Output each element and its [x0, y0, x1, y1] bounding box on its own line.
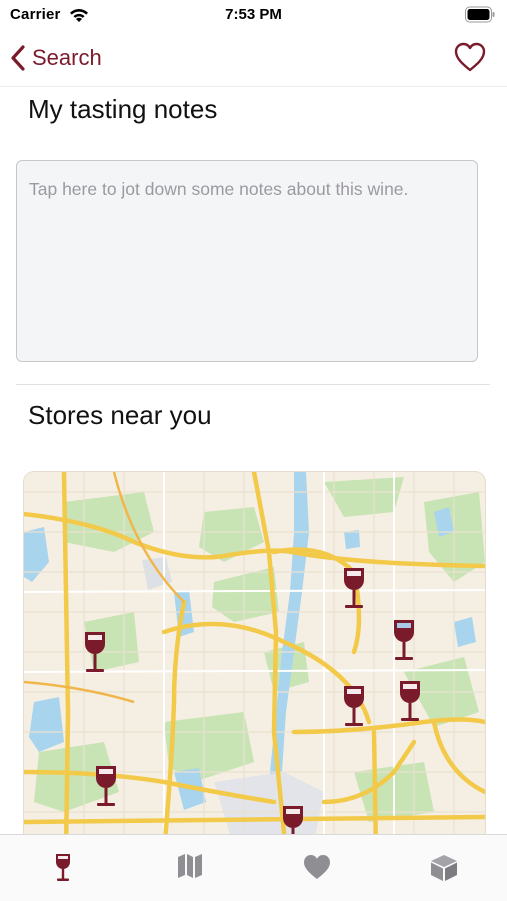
- wine-glass-pin-icon[interactable]: [397, 679, 423, 725]
- back-button[interactable]: Search: [8, 42, 102, 74]
- wine-glass-pin-icon[interactable]: [391, 618, 417, 664]
- wine-glass-icon: [56, 854, 70, 881]
- wine-glass-pin-icon[interactable]: [341, 566, 367, 612]
- tab-wines[interactable]: [0, 835, 126, 901]
- tab-cellar[interactable]: [381, 835, 507, 901]
- tab-map[interactable]: [127, 835, 253, 901]
- tasting-notes-field[interactable]: Tap here to jot down some notes about th…: [16, 160, 478, 362]
- tasting-notes-heading: My tasting notes: [28, 94, 218, 124]
- wine-glass-pin-icon[interactable]: [93, 764, 119, 810]
- wine-glass-pin-icon[interactable]: [341, 684, 367, 730]
- box-icon: [431, 855, 457, 881]
- tab-bar: [0, 834, 507, 901]
- heart-icon: [304, 855, 330, 879]
- status-bar: Carrier 7:53 PM: [0, 0, 507, 32]
- tab-favorites[interactable]: [254, 835, 380, 901]
- wine-glass-pin-icon[interactable]: [82, 630, 108, 676]
- map-icon: [178, 854, 202, 878]
- stores-heading: Stores near you: [28, 400, 212, 430]
- navigation-bar: Search: [0, 32, 507, 87]
- chevron-left-icon: [11, 45, 25, 71]
- status-time: 7:53 PM: [225, 6, 282, 23]
- section-divider: [16, 384, 490, 385]
- tasting-notes-placeholder: Tap here to jot down some notes about th…: [29, 179, 409, 199]
- stores-map[interactable]: [24, 472, 485, 852]
- battery-icon: [465, 6, 495, 23]
- back-button-label: Search: [32, 45, 102, 70]
- heart-outline-icon[interactable]: [453, 41, 487, 73]
